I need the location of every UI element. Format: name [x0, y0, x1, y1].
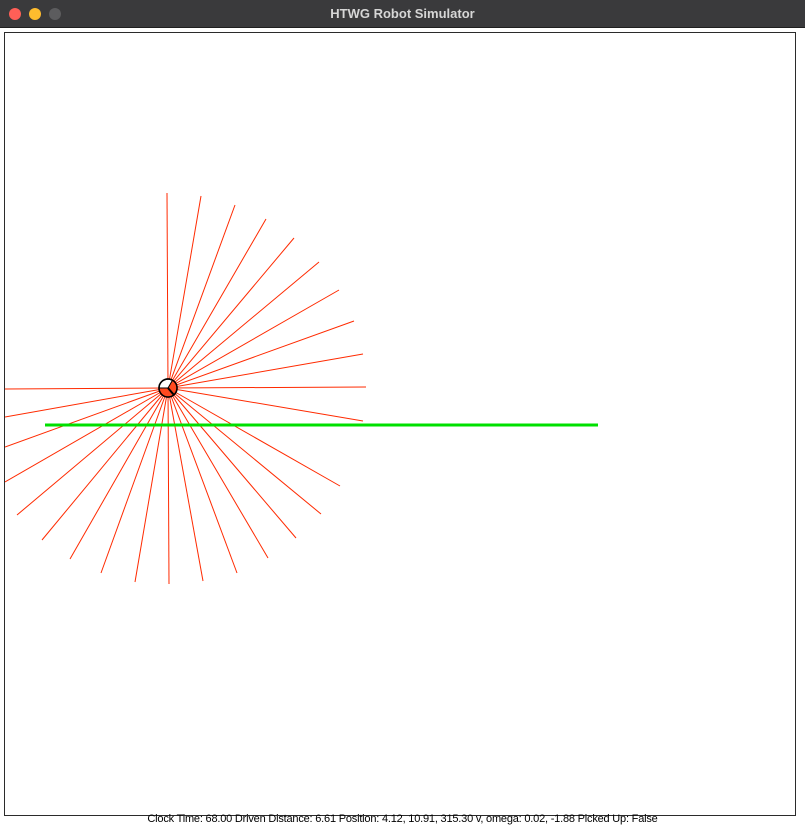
laser-beam: [5, 387, 169, 390]
laser-beam: [167, 387, 238, 574]
simulator-window: HTWG Robot Simulator Clock Time: 68.00 D…: [0, 0, 805, 835]
laser-beam: [166, 192, 169, 389]
laser-beam: [167, 387, 170, 585]
window-title: HTWG Robot Simulator: [330, 6, 475, 21]
laser-beam: [167, 386, 367, 389]
title-bar[interactable]: HTWG Robot Simulator: [0, 0, 805, 28]
simulation-scene: [5, 192, 598, 585]
simulation-canvas[interactable]: [4, 32, 796, 816]
laser-beam: [167, 387, 297, 539]
robot: [158, 378, 178, 398]
laser-beams: [5, 192, 367, 585]
laser-beam: [167, 387, 322, 515]
status-bar: Clock Time: 68.00 Driven Distance: 6.61 …: [147, 813, 658, 825]
